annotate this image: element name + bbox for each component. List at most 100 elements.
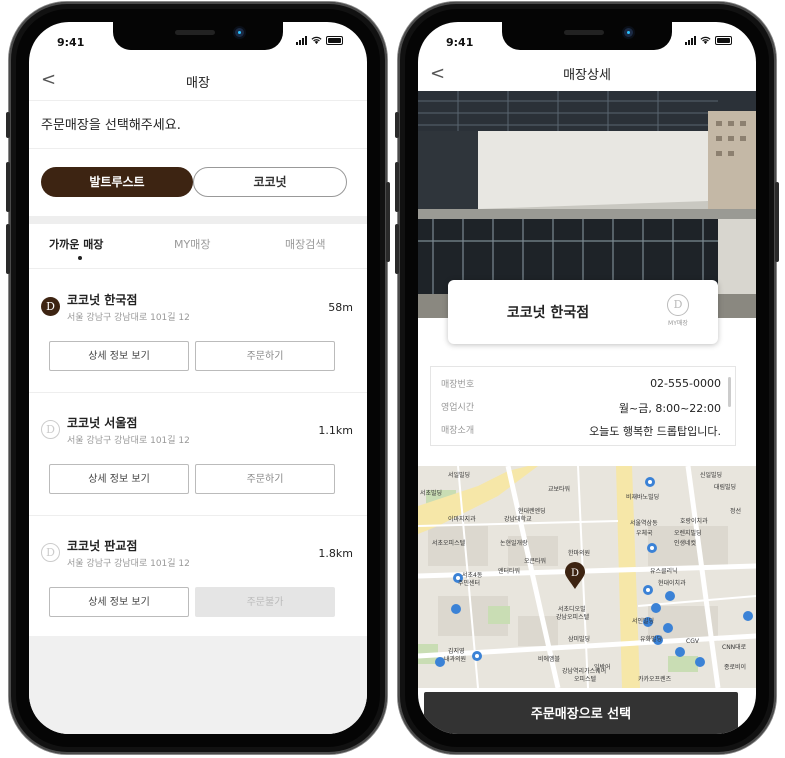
info-row-intro: 매장소개 오늘도 행복한 드롭탑입니다.: [441, 423, 721, 439]
wifi-icon: [311, 36, 322, 45]
map-label: 삼미빌딩: [568, 636, 591, 643]
map-label: 서울역삼동: [630, 520, 658, 527]
info-label: 매장소개: [441, 426, 475, 436]
store-detail-button[interactable]: 상세 정보 보기: [49, 587, 189, 617]
order-button[interactable]: 주문하기: [195, 464, 335, 494]
map-label: 호랑이치과: [680, 518, 708, 525]
map-label: 비에엠블: [538, 656, 561, 663]
notch: [502, 22, 672, 50]
store-detail-name: 코코넛 한국점: [506, 305, 590, 321]
info-label: 매장번호: [441, 380, 475, 390]
battery-icon: [326, 36, 343, 45]
list-item: D 코코넛 한국점 서울 강남구 강남대로 101길 12 58m 상세 정보 …: [29, 271, 367, 393]
left-phone-frame: 9:41 < 매장 주문매장을 선택해주세요. 발트루스트 코코넛 가까운 매장…: [6, 2, 390, 754]
store-detail-screen: 9:41 < 매장상세 코코넛 한국점 D MY매장 매장번호 02-555-0…: [418, 22, 756, 734]
list-item: D 코코넛 서울점 서울 강남구 강남대로 101길 12 1.1km 상세 정…: [29, 394, 367, 516]
map-label: 내과의원: [444, 656, 467, 663]
map-label: 강남오피스텔: [556, 614, 590, 621]
system-icons: [296, 36, 343, 45]
divider: [29, 148, 367, 149]
map-label: 서초빌딩: [420, 490, 443, 497]
store-name: 코코넛 한국점: [67, 293, 138, 307]
signal-icon: [685, 36, 696, 45]
store-map[interactable]: D 서일빌딩 서초빌딩 이마지지과 현대렌엔딩 강남대학교 교보타워 비재바노빌…: [418, 466, 756, 688]
status-time: 9:41: [57, 36, 85, 49]
tab-nearby[interactable]: 가까운 매장: [49, 236, 103, 252]
volume-down-button: [6, 224, 10, 274]
store-address: 서울 강남구 강남대로 101길 12: [67, 559, 190, 569]
map-label: 유화빌딩: [640, 636, 663, 643]
order-unavailable-button: 주문불가: [195, 587, 335, 617]
store-list-screen: 9:41 < 매장 주문매장을 선택해주세요. 발트루스트 코코넛 가까운 매장…: [29, 22, 367, 734]
store-address: 서울 강남구 강남대로 101길 12: [67, 436, 190, 446]
page-title: 매장: [186, 76, 210, 91]
map-label: 정선: [730, 508, 742, 515]
map-label: 종로비이: [724, 664, 747, 671]
active-tab-dot: [78, 256, 82, 260]
section-divider: [29, 216, 367, 224]
info-scrollbar[interactable]: [728, 377, 731, 407]
select-store-button[interactable]: 주문매장으로 선택: [424, 692, 738, 734]
map-label: 신일빌딩: [700, 472, 723, 479]
brand-tab-coconut[interactable]: 코코넛: [193, 167, 347, 197]
power-button: [386, 182, 390, 262]
battery-icon: [715, 36, 732, 45]
map-label: 우체국: [636, 530, 653, 537]
map-label: CGV: [686, 638, 699, 645]
map-label: 교보타워: [548, 486, 571, 493]
store-intro: 오늘도 행복한 드롭탑입니다.: [589, 425, 721, 438]
map-label: 오큰타워: [524, 558, 547, 565]
store-detail-button[interactable]: 상세 정보 보기: [49, 464, 189, 494]
store-logo-icon: D: [41, 543, 60, 562]
power-button: [775, 182, 779, 262]
divider: [29, 392, 367, 393]
empty-area: [29, 636, 367, 734]
map-label: 강남대학교: [504, 516, 532, 523]
list-item: D 코코넛 판교점 서울 강남구 강남대로 101길 12 1.8km 상세 정…: [29, 517, 367, 639]
right-phone-frame: 9:41 < 매장상세 코코넛 한국점 D MY매장 매장번호 02-555-0…: [395, 2, 779, 754]
store-phone[interactable]: 02-555-0000: [650, 377, 721, 390]
map-label: 논현일개랑: [500, 540, 528, 547]
map-label: 서일빌딩: [448, 472, 471, 479]
my-store-label: MY매장: [668, 320, 688, 327]
store-name-card: 코코넛 한국점 D MY매장: [448, 280, 718, 344]
system-icons: [685, 36, 732, 45]
map-label: 현대이치과: [658, 580, 686, 587]
top-bar: < 매장: [29, 62, 367, 101]
volume-down-button: [395, 224, 399, 274]
map-label: 오렌지빌딩: [674, 530, 702, 537]
select-store-prompt: 주문매장을 선택해주세요.: [41, 118, 181, 133]
volume-up-button: [6, 162, 10, 212]
order-button[interactable]: 주문하기: [195, 341, 335, 371]
map-label: 엔터타워: [498, 568, 521, 575]
map-label: 서인빌딩: [632, 618, 655, 625]
top-bar: < 매장상세: [418, 62, 756, 90]
map-label: 서초오피스텔: [432, 540, 466, 547]
divider: [29, 268, 367, 269]
volume-up-button: [395, 162, 399, 212]
brand-tabs: 발트루스트 코코넛: [41, 167, 347, 199]
tab-store-search[interactable]: 매장검색: [285, 236, 325, 252]
map-label: 오피스텔: [574, 676, 597, 683]
store-detail-button[interactable]: 상세 정보 보기: [49, 341, 189, 371]
map-label: 대림빌딩: [714, 484, 737, 491]
divider: [29, 515, 367, 516]
map-label: 이마지지과: [448, 516, 476, 523]
map-label: 유스클리닉: [650, 568, 678, 575]
notch: [113, 22, 283, 50]
store-distance: 1.1km: [318, 424, 353, 437]
map-label: 카카오프렌즈: [638, 676, 672, 683]
store-hours: 월~금, 8:00~22:00: [618, 402, 721, 415]
my-store-toggle[interactable]: D MY매장: [658, 294, 698, 327]
store-name: 코코넛 판교점: [67, 539, 138, 553]
brand-tab-baltrust[interactable]: 발트루스트: [41, 167, 193, 197]
location-pin-icon[interactable]: D: [564, 562, 586, 590]
info-label: 영업시간: [441, 403, 475, 413]
tab-my-store[interactable]: MY매장: [174, 236, 210, 252]
page-title: 매장상세: [563, 68, 611, 83]
map-label: CNN대로: [722, 644, 747, 651]
info-row-hours: 영업시간 월~금, 8:00~22:00: [441, 400, 721, 416]
map-label: 주민센터: [458, 580, 481, 587]
store-distance: 58m: [328, 301, 353, 314]
signal-icon: [296, 36, 307, 45]
